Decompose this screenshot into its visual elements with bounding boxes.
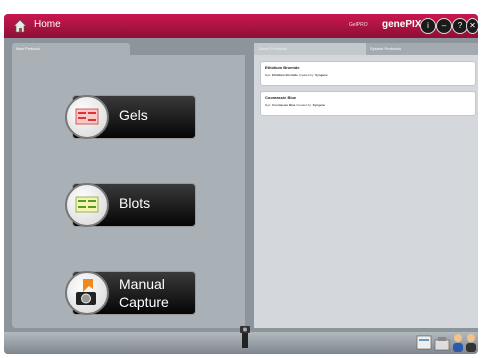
manual-capture-button[interactable]: Manual Capture [65, 271, 196, 315]
product-label: GelPRO [349, 22, 368, 28]
minimize-button[interactable]: – [436, 18, 452, 34]
protocol-card-ethidium-bromide[interactable]: Ethidium Bromide Dye: Ethidium Bromide C… [260, 61, 476, 86]
protocol-list-panel: Ethidium Bromide Dye: Ethidium Bromide C… [254, 55, 478, 328]
camera-icon [65, 271, 109, 315]
tab-new-protocol[interactable]: New Protocol [12, 43, 130, 55]
app-window: Home GelPRO genePIX i – ? ✕ New Protocol… [4, 14, 478, 354]
info-icon: i [427, 21, 429, 30]
database-icon[interactable] [416, 334, 432, 352]
protocol-title: Ethidium Bromide [265, 65, 300, 70]
close-icon: ✕ [469, 21, 476, 30]
bottom-toolbar [4, 326, 478, 354]
blot-icon [65, 183, 109, 227]
blots-button[interactable]: Blots [65, 183, 196, 227]
protocol-title: Coomassie Blue [265, 95, 297, 100]
home-icon[interactable] [12, 18, 28, 34]
user-icon[interactable] [452, 333, 464, 352]
blots-label: Blots [119, 195, 151, 211]
tab-system-protocols[interactable]: System Protocols [366, 43, 478, 55]
manual-label: Manual [119, 276, 165, 292]
new-protocol-panel: Gels Blots Manual Capture [12, 55, 245, 328]
protocol-card-coomassie-blue[interactable]: Coomassie Blue Dye: Coomassie Blue Creat… [260, 91, 476, 116]
admin-user-icon[interactable] [465, 333, 477, 352]
info-button[interactable]: i [420, 18, 436, 34]
title-bar: Home GelPRO genePIX i – ? ✕ [4, 14, 478, 38]
protocol-meta: Dye: Ethidium Bromide Created by: Syngen… [265, 73, 328, 77]
close-button[interactable]: ✕ [466, 18, 478, 34]
minimize-icon: – [441, 21, 447, 30]
capture-label: Capture [119, 294, 169, 310]
home-label[interactable]: Home [34, 19, 61, 30]
protocol-meta: Dye: Coomassie Blue Created by: Syngene [265, 103, 326, 107]
gels-button[interactable]: Gels [65, 95, 196, 139]
gels-label: Gels [119, 107, 148, 123]
camera-status-icon[interactable] [238, 326, 252, 348]
help-icon: ? [457, 21, 463, 30]
gel-icon [65, 95, 109, 139]
tab-saved-protocols[interactable]: Saved Protocols [254, 43, 366, 55]
chart-icon[interactable] [434, 334, 450, 352]
brand-logo: genePIX [382, 19, 422, 30]
